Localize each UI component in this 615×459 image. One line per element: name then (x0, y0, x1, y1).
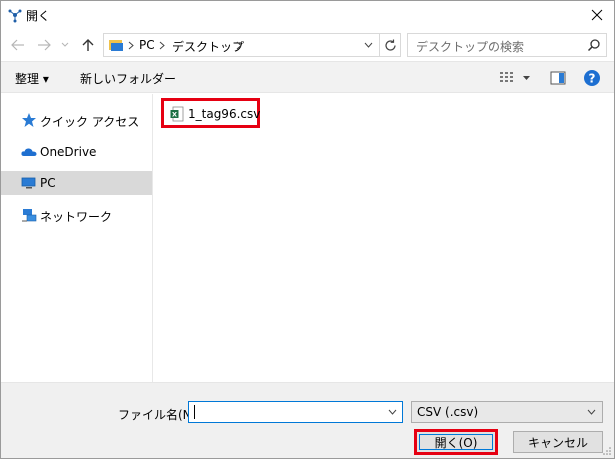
cloud-icon (21, 148, 37, 156)
open-button-face: 開く(O) (419, 434, 493, 450)
filename-input[interactable] (191, 403, 381, 421)
view-options-button[interactable] (497, 68, 517, 88)
svg-text:X: X (172, 111, 177, 119)
dialog-footer: ファイル名(N): CSV (.csv) 開く(O) キャンセル (1, 382, 614, 458)
view-list-icon (500, 72, 513, 82)
app-icon (8, 9, 22, 23)
filetype-select[interactable]: CSV (.csv) (411, 401, 603, 423)
filetype-dropdown-arrow (585, 405, 597, 419)
computer-icon (21, 177, 36, 189)
forward-button[interactable] (35, 35, 53, 55)
sidebar-item-label: OneDrive (40, 145, 97, 159)
sidebar-item-label: PC (40, 176, 56, 190)
resize-grip-icon[interactable] (602, 446, 612, 456)
network-icon (22, 209, 37, 222)
breadcrumb-desktop[interactable]: デスクトップ (172, 38, 244, 55)
caret-down-icon (522, 75, 530, 80)
help-icon: ? (584, 70, 600, 86)
sidebar-item-label: ネットワーク (40, 210, 113, 224)
file-item[interactable]: X 1_tag96.csv (161, 98, 260, 128)
up-button[interactable] (79, 35, 97, 55)
navigation-pane: クイック アクセス OneDrive PC ネットワーク (1, 94, 153, 382)
file-list: X 1_tag96.csv (153, 94, 614, 382)
filetype-value: CSV (.csv) (417, 405, 479, 419)
help-button[interactable]: ? (582, 68, 602, 88)
open-button-label: 開く(O) (434, 435, 478, 450)
open-file-dialog: 開く PC デスクトップ デスクトップの検索 整理 ▾ 新しいフォルダー ? ク… (0, 0, 615, 459)
refresh-icon (385, 39, 396, 51)
cancel-button-label: キャンセル (527, 435, 588, 450)
address-bar[interactable]: PC デスクトップ (103, 33, 401, 57)
svg-text:?: ? (589, 72, 596, 86)
command-bar: 整理 ▾ 新しいフォルダー ? (1, 61, 614, 93)
file-name: 1_tag96.csv (188, 107, 261, 121)
chevron-right-icon (159, 41, 165, 50)
title-bar: 開く (1, 1, 614, 29)
text-caret (194, 405, 195, 419)
chevron-down-icon (61, 42, 69, 47)
preview-pane-icon (550, 71, 566, 85)
search-placeholder: デスクトップの検索 (416, 40, 525, 54)
chevron-right-icon (128, 41, 134, 50)
filename-history-dropdown[interactable] (385, 404, 399, 420)
open-button[interactable]: 開く(O) (414, 429, 498, 455)
sidebar-item-label: クイック アクセス (40, 115, 140, 129)
cancel-button[interactable]: キャンセル (513, 431, 603, 453)
search-input[interactable]: デスクトップの検索 (407, 33, 607, 57)
organize-button[interactable]: 整理 ▾ (15, 70, 49, 87)
view-dropdown-button[interactable] (520, 68, 532, 88)
preview-pane-button[interactable] (548, 68, 568, 88)
arrow-left-icon (11, 39, 24, 51)
window-title: 開く (26, 9, 51, 23)
search-icon (587, 39, 600, 52)
new-folder-button[interactable]: 新しいフォルダー (80, 70, 176, 87)
sidebar-item-network[interactable]: ネットワーク (1, 203, 152, 227)
arrow-right-icon (38, 39, 51, 51)
filename-field[interactable] (188, 401, 403, 423)
navigation-bar: PC デスクトップ デスクトップの検索 (1, 29, 614, 61)
pc-folder-icon (109, 40, 123, 51)
sidebar-item-quick-access[interactable]: クイック アクセス (1, 108, 152, 132)
chevron-down-icon (587, 409, 595, 415)
close-icon (591, 9, 603, 21)
chevron-down-icon (364, 42, 372, 48)
back-button[interactable] (9, 35, 27, 55)
star-icon (22, 113, 36, 127)
arrow-up-icon (82, 39, 94, 51)
sidebar-item-onedrive[interactable]: OneDrive (1, 140, 152, 164)
chevron-down-icon (388, 409, 396, 415)
sidebar-item-pc[interactable]: PC (1, 171, 152, 195)
close-button[interactable] (580, 1, 614, 29)
recent-locations-button[interactable] (59, 35, 71, 55)
breadcrumb-pc[interactable]: PC (139, 38, 155, 52)
refresh-button[interactable] (379, 33, 401, 57)
address-history-dropdown[interactable] (359, 34, 377, 56)
chevron-right-icon (236, 41, 242, 50)
excel-file-icon: X (170, 106, 184, 122)
